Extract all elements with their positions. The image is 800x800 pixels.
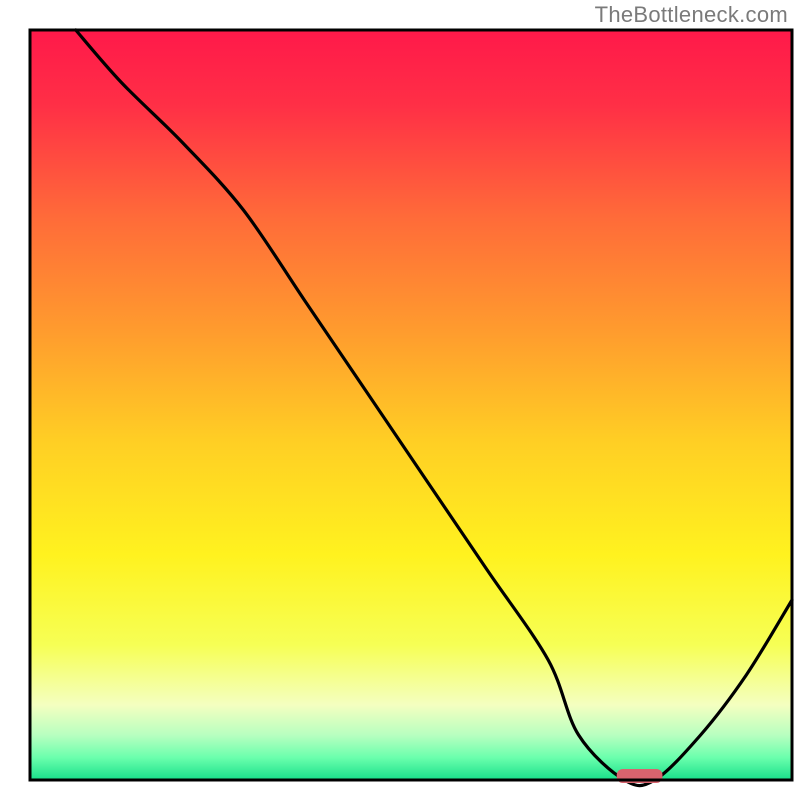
bottleneck-chart (0, 0, 800, 800)
chart-container: TheBottleneck.com (0, 0, 800, 800)
plot-area (30, 30, 792, 780)
watermark-text: TheBottleneck.com (595, 2, 788, 28)
